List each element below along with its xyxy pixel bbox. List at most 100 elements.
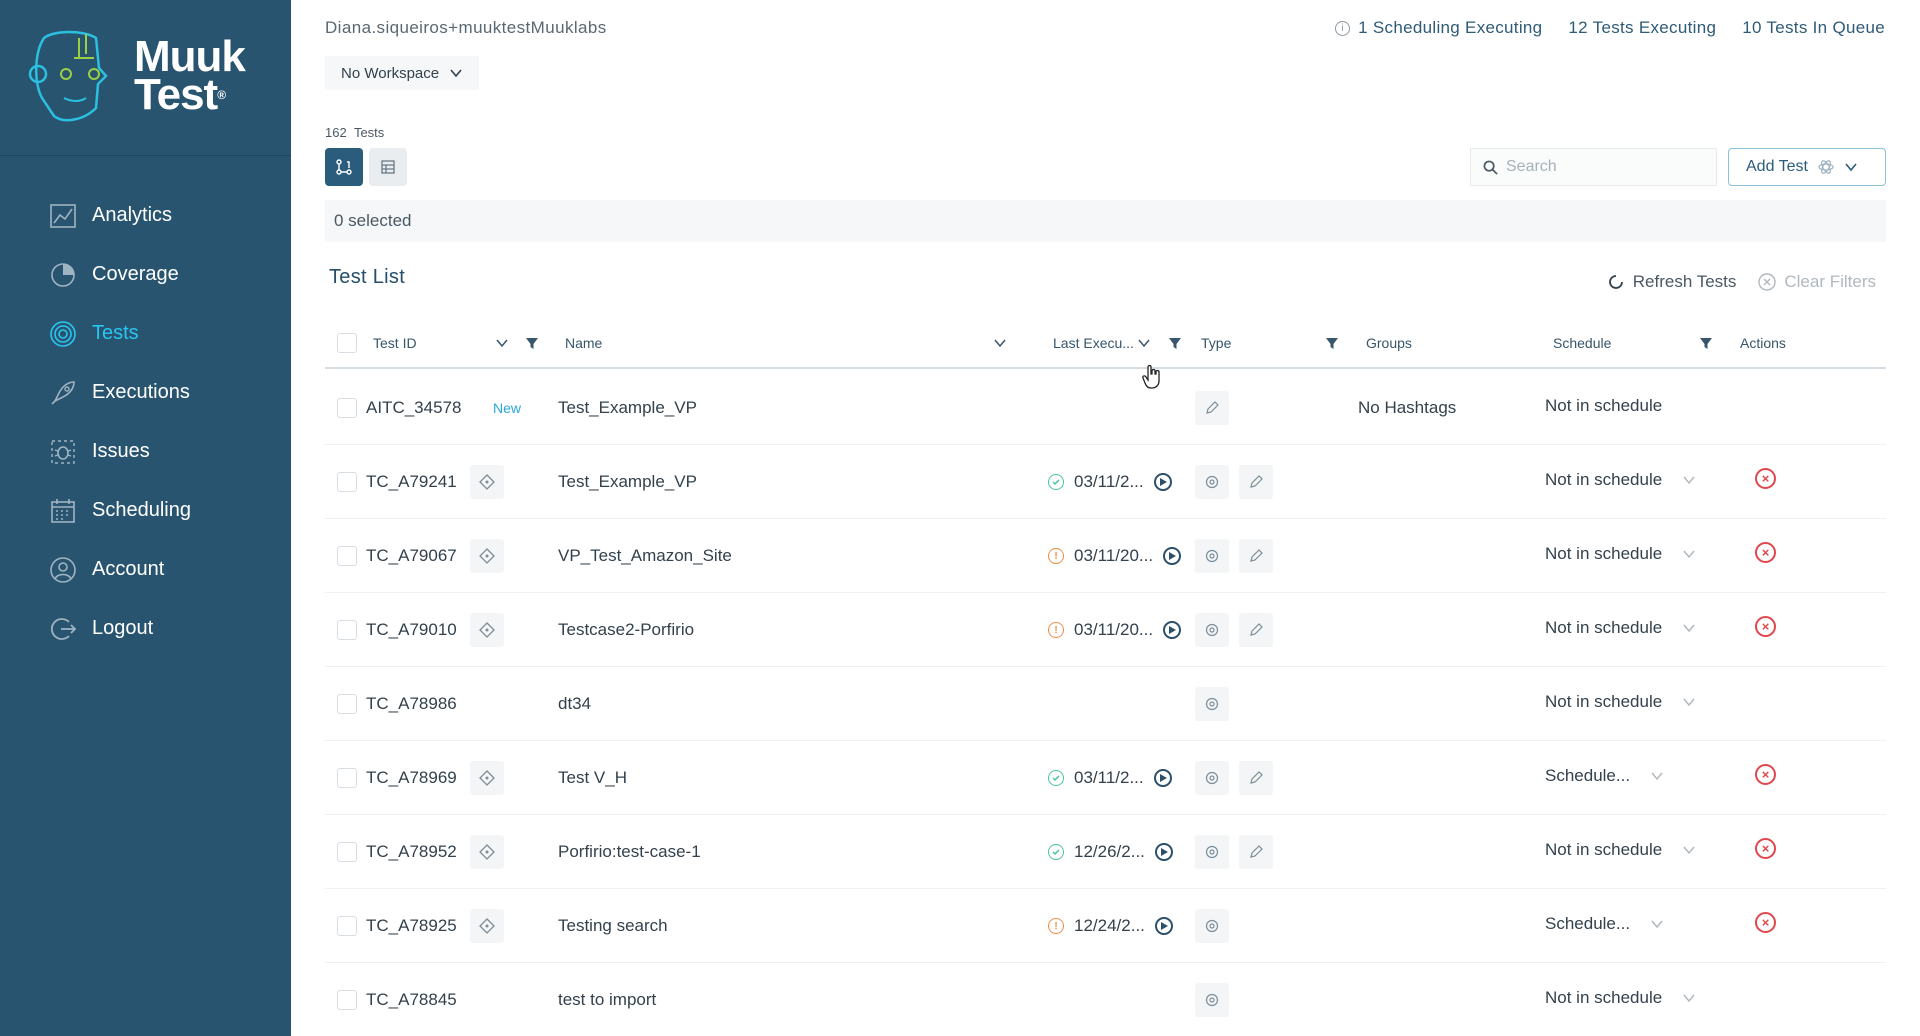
test-id[interactable]: TC_A79010 [366,593,457,667]
play-icon[interactable] [1163,547,1182,565]
test-id[interactable]: TC_A78969 [366,741,457,815]
sidebar-item-scheduling[interactable]: Scheduling [0,481,291,540]
edit-icon[interactable] [1239,613,1273,647]
schedule-dropdown[interactable]: Not in schedule [1545,961,1696,1035]
sidebar-item-coverage[interactable]: Coverage [0,245,291,304]
sidebar-item-issues[interactable]: Issues [0,422,291,481]
tests-in-queue-status[interactable]: 10 Tests In Queue [1742,18,1885,38]
table-view-button[interactable] [369,148,407,186]
column-last-execution[interactable]: Last Execu... [1053,318,1134,367]
play-icon[interactable] [1153,473,1172,491]
table-row[interactable]: TC_A79241 Test_Example_VP 03/11/2... Not in… [325,445,1886,519]
play-icon[interactable] [1153,769,1172,787]
test-name[interactable]: Testcase2-Porfirio [558,593,694,667]
row-checkbox[interactable] [337,842,357,862]
web-type-icon[interactable] [1195,687,1229,721]
web-type-icon[interactable] [1195,465,1229,499]
sidebar-item-tests[interactable]: Tests [0,304,291,363]
web-type-icon[interactable] [1195,539,1229,573]
row-checkbox[interactable] [337,916,357,936]
table-row[interactable]: TC_A78952 Porfirio:test-case-1 12/26/2... N… [325,815,1886,889]
row-checkbox[interactable] [337,990,357,1010]
test-name[interactable]: Test_Example_VP [558,371,697,445]
row-checkbox[interactable] [337,472,357,492]
row-checkbox[interactable] [337,768,357,788]
table-row[interactable]: TC_A78969 Test V_H 03/11/2... Schedule... × [325,741,1886,815]
pin-icon[interactable] [470,539,504,573]
edit-icon[interactable] [1239,835,1273,869]
row-checkbox[interactable] [337,694,357,714]
sort-chevron-icon[interactable] [495,336,509,350]
filter-icon[interactable] [1699,336,1713,350]
test-id[interactable]: TC_A78845 [366,963,457,1036]
sidebar-item-analytics[interactable]: Analytics [0,186,291,245]
test-id[interactable]: AITC_34578 [366,371,461,445]
web-type-icon[interactable] [1195,983,1229,1017]
clear-filters-button[interactable]: Clear Filters [1758,272,1876,292]
schedule-dropdown[interactable]: Not in schedule [1545,813,1696,887]
scheduling-executing-status[interactable]: i 1 Scheduling Executing [1335,18,1542,38]
schedule-dropdown[interactable]: Not in schedule [1545,443,1696,517]
test-name[interactable]: VP_Test_Amazon_Site [558,519,732,593]
delete-icon[interactable]: × [1755,541,1776,563]
column-groups[interactable]: Groups [1366,318,1412,367]
test-id[interactable]: TC_A78925 [366,889,457,963]
schedule-dropdown[interactable]: Schedule... [1545,739,1664,813]
column-test-id[interactable]: Test ID [373,318,417,367]
table-row[interactable]: TC_A78925 Testing search! 12/24/2... Schedu… [325,889,1886,963]
pin-icon[interactable] [470,465,504,499]
test-id[interactable]: TC_A78952 [366,815,457,889]
web-type-icon[interactable] [1195,761,1229,795]
delete-icon[interactable]: × [1755,615,1776,637]
test-id[interactable]: TC_A79067 [366,519,457,593]
test-name[interactable]: test to import [558,963,656,1036]
schedule-dropdown[interactable]: Not in schedule [1545,665,1696,739]
sidebar-item-logout[interactable]: Logout [0,599,291,658]
select-all-checkbox[interactable] [337,332,357,353]
sort-chevron-icon[interactable] [1137,336,1151,350]
edit-icon[interactable] [1195,391,1229,425]
row-checkbox[interactable] [337,398,357,418]
schedule-dropdown[interactable]: Not in schedule [1545,369,1662,443]
delete-icon[interactable]: × [1755,837,1776,859]
column-name[interactable]: Name [565,318,602,367]
schedule-dropdown[interactable]: Not in schedule [1545,517,1696,591]
sort-chevron-icon[interactable] [993,336,1007,350]
refresh-tests-button[interactable]: Refresh Tests [1607,272,1736,292]
list-view-button[interactable] [325,148,363,186]
tests-executing-status[interactable]: 12 Tests Executing [1568,18,1716,38]
test-name[interactable]: Test_Example_VP [558,445,697,519]
test-name[interactable]: dt34 [558,667,591,741]
row-checkbox[interactable] [337,546,357,566]
search-input[interactable] [1506,158,1706,176]
search-box[interactable] [1470,148,1717,186]
edit-icon[interactable] [1239,539,1273,573]
table-row[interactable]: TC_A79010 Testcase2-Porfirio! 03/11/20... N… [325,593,1886,667]
column-schedule[interactable]: Schedule [1553,318,1611,367]
logo[interactable]: Muuk Test® [0,0,291,156]
delete-icon[interactable]: × [1755,911,1776,933]
play-icon[interactable] [1154,917,1173,935]
column-type[interactable]: Type [1201,318,1231,367]
edit-icon[interactable] [1239,465,1273,499]
sidebar-item-executions[interactable]: Executions [0,363,291,422]
play-icon[interactable] [1163,621,1182,639]
pin-icon[interactable] [470,835,504,869]
row-checkbox[interactable] [337,620,357,640]
pin-icon[interactable] [470,909,504,943]
workspace-dropdown[interactable]: No Workspace [325,56,480,90]
table-row[interactable]: AITC_34578 New Test_Example_VP No Hashtags N… [325,371,1886,445]
delete-icon[interactable]: × [1755,763,1776,785]
filter-icon[interactable] [525,336,539,350]
web-type-icon[interactable] [1195,613,1229,647]
delete-icon[interactable]: × [1755,467,1776,489]
play-icon[interactable] [1154,843,1173,861]
test-name[interactable]: Testing search [558,889,668,963]
table-row[interactable]: TC_A79067 VP_Test_Amazon_Site! 03/11/20...… [325,519,1886,593]
web-type-icon[interactable] [1195,835,1229,869]
filter-icon[interactable] [1168,336,1182,350]
add-test-button[interactable]: Add Test [1728,148,1886,186]
test-name[interactable]: Test V_H [558,741,627,815]
table-row[interactable]: TC_A78986 dt34 Not in schedule [325,667,1886,741]
filter-icon[interactable] [1325,336,1339,350]
